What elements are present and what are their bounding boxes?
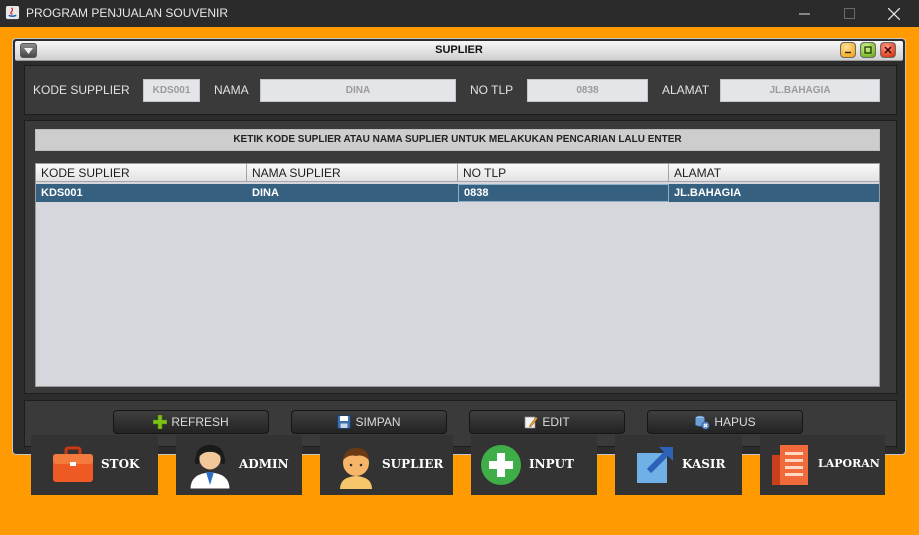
supplier-table-panel: KETIK KODE SUPLIER ATAU NAMA SUPLIER UNT… [24, 120, 897, 394]
edit-button[interactable]: EDIT [469, 410, 625, 434]
supplier-table[interactable]: KODE SUPLIER NAMA SUPLIER NO TLP ALAMAT … [35, 163, 880, 387]
kode-supplier-label: KODE SUPPLIER [33, 83, 130, 97]
window-maximize-button[interactable] [826, 0, 872, 27]
briefcase-icon [53, 446, 93, 482]
column-header-kode[interactable]: KODE SUPLIER [36, 164, 247, 182]
minimize-icon [845, 51, 851, 54]
hapus-label: HAPUS [714, 415, 756, 429]
menu-input-button[interactable]: INPUT [471, 435, 597, 495]
search-field[interactable]: KETIK KODE SUPLIER ATAU NAMA SUPLIER UNT… [35, 129, 880, 151]
maximize-icon [864, 46, 872, 54]
simpan-button[interactable]: SIMPAN [291, 410, 447, 434]
menu-laporan-button[interactable]: LAPORAN [760, 435, 885, 495]
nama-label: NAMA [214, 83, 249, 97]
edit-note-icon [524, 416, 539, 429]
alamat-field[interactable]: JL.BAHAGIA [720, 79, 880, 102]
close-icon [884, 46, 892, 54]
menu-kasir-button[interactable]: KASIR [615, 435, 742, 495]
report-document-icon [772, 445, 808, 485]
table-cell[interactable]: JL.BAHAGIA [669, 184, 879, 202]
column-header-nama[interactable]: NAMA SUPLIER [247, 164, 458, 182]
share-arrow-icon [637, 447, 673, 483]
suplier-internal-frame: SUPLIER KODE SUPPLIER KDS001 NAMA DINA N… [12, 38, 906, 455]
close-icon [888, 7, 900, 20]
window-minimize-button[interactable] [781, 0, 827, 27]
simpan-label: SIMPAN [355, 415, 401, 429]
window-titlebar: PROGRAM PENJUALAN SOUVENIR [0, 0, 919, 27]
add-circle-icon [481, 445, 521, 485]
nama-field[interactable]: DINA [260, 79, 456, 102]
table-row[interactable]: KDS001 DINA 0838 JL.BAHAGIA [36, 184, 879, 202]
table-cell[interactable]: KDS001 [36, 184, 247, 202]
save-disk-icon [337, 415, 352, 429]
alamat-label: ALAMAT [662, 83, 710, 97]
frame-minimize-button[interactable] [840, 42, 856, 58]
plus-icon [153, 415, 168, 429]
window-close-button[interactable] [871, 0, 917, 27]
internal-frame-titlebar[interactable]: SUPLIER [15, 41, 903, 61]
no-tlp-field[interactable]: 0838 [527, 79, 648, 102]
delete-icon [695, 415, 710, 430]
menu-admin-button[interactable]: ADMIN [176, 435, 302, 495]
column-header-tlp[interactable]: NO TLP [458, 164, 669, 182]
java-app-icon [5, 5, 20, 20]
frame-maximize-button[interactable] [860, 42, 876, 58]
refresh-label: REFRESH [171, 415, 229, 429]
menu-admin-label: ADMIN [239, 457, 289, 471]
hapus-button[interactable]: HAPUS [647, 410, 803, 434]
supplier-form-panel: KODE SUPPLIER KDS001 NAMA DINA NO TLP 08… [24, 65, 897, 115]
admin-person-icon [189, 444, 231, 489]
column-header-alamat[interactable]: ALAMAT [669, 164, 879, 182]
frame-title: SUPLIER [435, 44, 483, 56]
menu-stok-button[interactable]: STOK [31, 435, 158, 495]
edit-label: EDIT [542, 415, 570, 429]
menu-laporan-label: LAPORAN [818, 457, 880, 470]
menu-kasir-label: KASIR [682, 457, 726, 471]
menu-suplier-label: SUPLIER [382, 457, 444, 471]
menu-suplier-button[interactable]: SUPLIER [320, 435, 453, 495]
frame-close-button[interactable] [880, 42, 896, 58]
person-icon [340, 448, 372, 489]
kode-supplier-field[interactable]: KDS001 [143, 79, 200, 102]
table-cell[interactable]: 0838 [458, 184, 669, 202]
refresh-button[interactable]: REFRESH [113, 410, 269, 434]
no-tlp-label: NO TLP [470, 83, 514, 97]
menu-stok-label: STOK [101, 457, 140, 471]
maximize-icon [843, 8, 855, 19]
window-title: PROGRAM PENJUALAN SOUVENIR [26, 6, 229, 20]
table-cell[interactable]: DINA [247, 184, 458, 202]
minimize-icon [798, 13, 810, 15]
menu-input-label: INPUT [529, 457, 574, 471]
